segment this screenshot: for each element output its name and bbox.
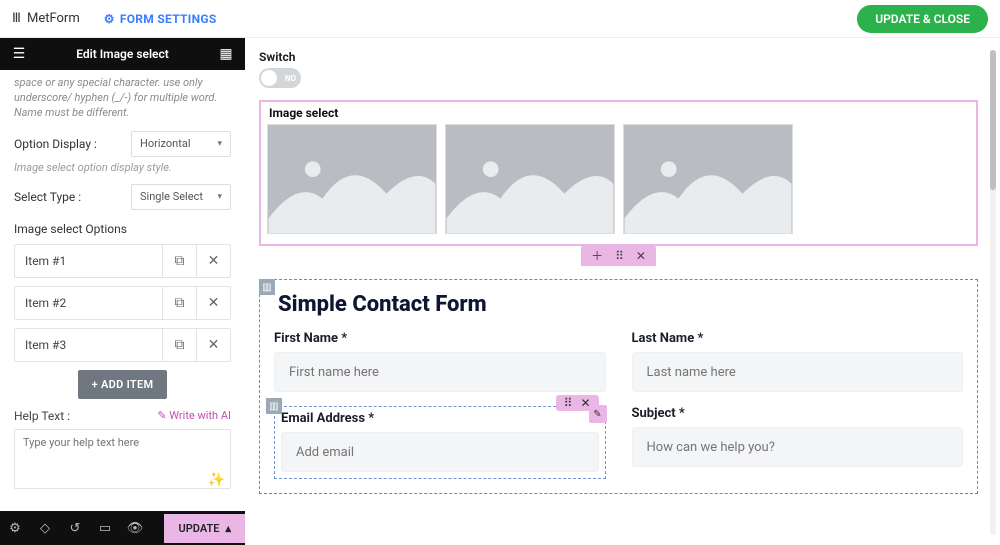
settings-icon[interactable]: ⚙ <box>0 521 30 536</box>
image-select-widget[interactable]: Image select <box>259 100 978 246</box>
last-name-input[interactable] <box>632 352 964 392</box>
scrollbar[interactable] <box>990 50 996 535</box>
option-item[interactable]: Item #3 ⧉ ✕ <box>14 328 231 362</box>
topbar: Ⅲ MetForm ⚙ FORM SETTINGS UPDATE & CLOSE <box>0 0 1000 38</box>
help-text-box: ✨ <box>14 429 231 492</box>
select-type-value: Single Select <box>140 190 203 203</box>
chevron-up-icon: ▴ <box>225 522 231 535</box>
subject-field: Subject * <box>632 406 964 479</box>
responsive-icon[interactable]: ▭ <box>90 521 120 536</box>
option-display-row: Option Display : Horizontal ▾ <box>14 131 231 157</box>
last-name-field: Last Name * <box>632 331 964 392</box>
placeholder-image-icon <box>268 125 436 233</box>
option-display-select[interactable]: Horizontal ▾ <box>131 131 231 157</box>
placeholder-image-icon <box>446 125 614 233</box>
grid-icon[interactable]: ▦ <box>217 45 235 63</box>
select-type-select[interactable]: Single Select ▾ <box>131 184 231 210</box>
sidebar-footer: ⚙ ◇ ↺ ▭ 👁 UPDATE ▴ <box>0 511 245 545</box>
duplicate-icon[interactable]: ⧉ <box>162 287 196 319</box>
subject-input[interactable] <box>632 427 964 467</box>
name-hint: space or any special character. use only… <box>14 76 231 121</box>
hamburger-icon[interactable]: ☰ <box>10 45 28 63</box>
last-name-label: Last Name * <box>632 331 964 346</box>
switch-knob <box>261 70 277 86</box>
switch-label: Switch <box>259 50 978 64</box>
help-text-row: Help Text : ✎ Write with AI <box>14 409 231 423</box>
sidebar-body: space or any special character. use only… <box>0 70 245 511</box>
form-settings-link[interactable]: ⚙ FORM SETTINGS <box>104 12 217 26</box>
drag-widget-icon[interactable]: ⠿ <box>564 396 573 410</box>
gear-icon: ⚙ <box>104 12 115 26</box>
canvas: Switch NO Image select ＋ ⠿ ✕ <box>245 38 1000 545</box>
first-name-input[interactable] <box>274 352 606 392</box>
option-display-label: Option Display : <box>14 137 97 151</box>
drag-section-icon[interactable]: ⠿ <box>615 249 624 263</box>
ai-assist-icon[interactable]: ✨ <box>208 472 225 488</box>
form-grid: First Name * Last Name * ▥ ⠿ ✕ Email Add… <box>274 331 963 479</box>
layers-icon[interactable]: ◇ <box>30 521 60 536</box>
image-option-card[interactable] <box>267 124 437 234</box>
contact-form-section: ▥ Simple Contact Form First Name * Last … <box>259 279 978 494</box>
form-settings-label: FORM SETTINGS <box>120 12 217 26</box>
option-item-label: Item #3 <box>15 338 162 352</box>
option-display-value: Horizontal <box>140 137 191 150</box>
scrollbar-thumb[interactable] <box>990 50 996 190</box>
write-with-ai-link[interactable]: ✎ Write with AI <box>157 409 231 422</box>
section-toolbar: ＋ ⠿ ✕ <box>581 245 656 266</box>
select-type-label: Select Type : <box>14 190 81 204</box>
add-item-button[interactable]: + ADD ITEM <box>78 370 168 399</box>
help-text-label: Help Text : <box>14 409 70 423</box>
form-title: Simple Contact Form <box>278 292 963 317</box>
delete-section-icon[interactable]: ✕ <box>636 249 646 263</box>
remove-icon[interactable]: ✕ <box>196 329 230 361</box>
column-handle-icon[interactable]: ▥ <box>266 398 282 414</box>
update-and-close-button[interactable]: UPDATE & CLOSE <box>857 5 988 33</box>
duplicate-icon[interactable]: ⧉ <box>162 245 196 277</box>
placeholder-image-icon <box>624 125 792 233</box>
add-section-icon[interactable]: ＋ <box>591 247 603 264</box>
chevron-down-icon: ▾ <box>217 192 222 202</box>
edit-widget-icon[interactable]: ✎ <box>589 405 607 423</box>
email-input[interactable] <box>281 432 599 472</box>
option-item-label: Item #1 <box>15 254 162 268</box>
image-select-title: Image select <box>269 106 970 120</box>
chevron-down-icon: ▾ <box>217 139 222 149</box>
remove-icon[interactable]: ✕ <box>196 287 230 319</box>
duplicate-icon[interactable]: ⧉ <box>162 329 196 361</box>
subject-label: Subject * <box>632 406 964 421</box>
email-label: Email Address * <box>281 411 599 426</box>
preview-icon[interactable]: 👁 <box>120 521 150 536</box>
main: ☰ Edit Image select ▦ space or any speci… <box>0 38 1000 545</box>
image-options-title: Image select Options <box>14 222 231 236</box>
image-option-card[interactable] <box>445 124 615 234</box>
history-icon[interactable]: ↺ <box>60 521 90 536</box>
switch-toggle[interactable]: NO <box>259 68 301 88</box>
switch-state: NO <box>285 74 296 83</box>
sidebar: ☰ Edit Image select ▦ space or any speci… <box>0 38 245 545</box>
elementor-icon: Ⅲ <box>12 11 21 26</box>
image-select-cards <box>267 124 970 234</box>
option-display-hint: Image select option display style. <box>14 161 231 174</box>
email-field[interactable]: ▥ ⠿ ✕ Email Address * ✎ <box>274 406 606 479</box>
select-type-row: Select Type : Single Select ▾ <box>14 184 231 210</box>
help-text-input[interactable] <box>14 429 231 489</box>
update-button[interactable]: UPDATE ▴ <box>164 514 245 543</box>
panel-title: Edit Image select <box>38 47 207 61</box>
brand-name: MetForm <box>27 11 80 26</box>
option-item[interactable]: Item #1 ⧉ ✕ <box>14 244 231 278</box>
option-item-label: Item #2 <box>15 296 162 310</box>
update-label: UPDATE <box>178 522 219 535</box>
option-item[interactable]: Item #2 ⧉ ✕ <box>14 286 231 320</box>
first-name-label: First Name * <box>274 331 606 346</box>
column-handle-icon[interactable]: ▥ <box>259 279 275 295</box>
remove-icon[interactable]: ✕ <box>196 245 230 277</box>
image-option-card[interactable] <box>623 124 793 234</box>
brand: Ⅲ MetForm <box>12 11 80 26</box>
sidebar-header: ☰ Edit Image select ▦ <box>0 38 245 70</box>
first-name-field: First Name * <box>274 331 606 392</box>
